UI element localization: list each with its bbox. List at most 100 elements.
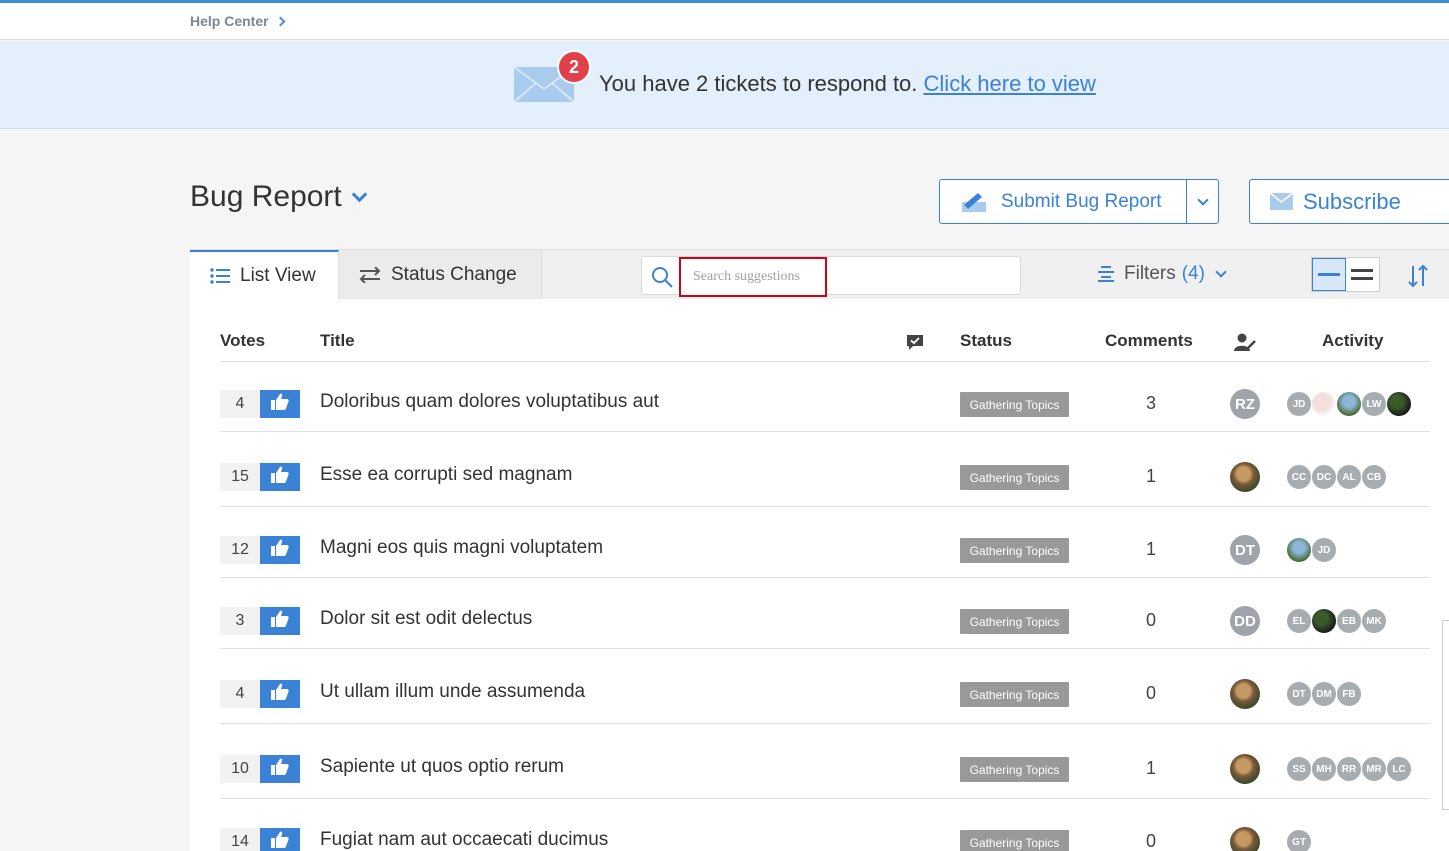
chevron-down-icon xyxy=(1196,193,1209,206)
thumbs-up-icon xyxy=(271,539,289,561)
column-header-status[interactable]: Status xyxy=(960,331,1012,351)
compact-view-button[interactable] xyxy=(1312,258,1346,291)
column-header-title[interactable]: Title xyxy=(320,331,355,351)
column-header-votes[interactable]: Votes xyxy=(220,331,265,351)
submit-bug-report-button[interactable]: Submit Bug Report xyxy=(940,180,1187,223)
activity-avatar[interactable]: CC xyxy=(1286,464,1312,490)
table-row[interactable]: 4 Ut ullam illum unde assumenda Gathering … xyxy=(220,649,1430,724)
suggestion-title[interactable]: Dolor sit est odit delectus xyxy=(320,608,532,630)
chevron-right-icon xyxy=(275,16,286,26)
avatar[interactable] xyxy=(1230,462,1260,492)
table-row[interactable]: 15 Esse ea corrupti sed magnam Gathering T… xyxy=(220,432,1430,507)
activity-avatar[interactable]: DM xyxy=(1311,681,1337,707)
sort-icon[interactable] xyxy=(1407,264,1429,288)
avatar[interactable]: RZ xyxy=(1230,389,1260,419)
upvote-button[interactable] xyxy=(260,680,300,708)
table-row[interactable]: 4 Doloribus quam dolores voluptatibus aut… xyxy=(220,362,1430,432)
submit-dropdown-button[interactable] xyxy=(1187,180,1218,223)
vote-count: 4 xyxy=(220,390,260,418)
suggestion-title[interactable]: Fugiat nam aut occaecati ducimus xyxy=(320,829,608,851)
banner-view-link[interactable]: Click here to view xyxy=(924,71,1096,96)
activity-avatar[interactable]: EL xyxy=(1286,608,1312,634)
table-row[interactable]: 10 Sapiente ut quos optio rerum Gathering … xyxy=(220,724,1430,799)
avatar[interactable] xyxy=(1230,679,1260,709)
filters-button[interactable]: Filters (4) xyxy=(1098,263,1227,285)
column-header-comments[interactable]: Comments xyxy=(1105,331,1193,351)
status-badge: Gathering Topics xyxy=(960,682,1069,707)
table-row[interactable]: 12 Magni eos quis magni voluptatem Gatheri… xyxy=(220,507,1430,578)
activity-avatar[interactable]: JD xyxy=(1311,537,1337,563)
comment-count: 1 xyxy=(1145,466,1156,486)
suggestion-title[interactable]: Magni eos quis magni voluptatem xyxy=(320,537,603,559)
upvote-button[interactable] xyxy=(260,828,300,851)
search-icon[interactable] xyxy=(651,266,673,288)
activity-avatar[interactable]: MK xyxy=(1361,608,1387,634)
tab-status-change[interactable]: Status Change xyxy=(339,250,542,300)
activity-avatar[interactable]: AL xyxy=(1336,464,1362,490)
subscribe-button[interactable]: Subscribe xyxy=(1249,179,1449,224)
breadcrumb[interactable]: Help Center xyxy=(190,13,286,29)
breadcrumb-help-center[interactable]: Help Center xyxy=(190,13,269,29)
activity-avatar[interactable]: GT xyxy=(1286,829,1312,851)
avatar[interactable]: DT xyxy=(1230,535,1260,565)
double-line-icon xyxy=(1351,268,1374,280)
activity-avatar[interactable] xyxy=(1286,537,1312,563)
comment-count: 0 xyxy=(1145,831,1156,851)
upvote-button[interactable] xyxy=(260,536,300,564)
avatar[interactable] xyxy=(1230,827,1260,851)
activity-avatar[interactable]: LC xyxy=(1386,756,1412,782)
activity-avatar[interactable]: RR xyxy=(1336,756,1362,782)
upvote-button[interactable] xyxy=(260,390,300,418)
activity-avatar[interactable]: LW xyxy=(1361,391,1387,417)
thumbs-up-icon xyxy=(271,758,289,780)
activity-avatar[interactable] xyxy=(1311,391,1337,417)
single-line-icon xyxy=(1317,272,1340,276)
expanded-view-button[interactable] xyxy=(1346,258,1379,291)
activity-avatar[interactable]: MH xyxy=(1311,756,1337,782)
suggestion-title[interactable]: Ut ullam illum unde assumenda xyxy=(320,681,585,703)
avatar[interactable]: DD xyxy=(1230,606,1260,636)
activity-avatar[interactable]: FB xyxy=(1336,681,1362,707)
vote-count: 4 xyxy=(220,680,260,708)
upvote-button[interactable] xyxy=(260,463,300,491)
chevron-down-icon[interactable] xyxy=(351,186,368,202)
table-row[interactable]: 14 Fugiat nam aut occaecati ducimus Gather… xyxy=(220,799,1430,851)
banner-message-text: You have 2 tickets to respond to. xyxy=(599,71,918,96)
thumbs-up-icon xyxy=(271,393,289,415)
suggestion-title[interactable]: Sapiente ut quos optio rerum xyxy=(320,756,564,778)
board-title[interactable]: Bug Report xyxy=(190,180,368,214)
activity-avatar[interactable]: JD xyxy=(1286,391,1312,417)
search-input[interactable] xyxy=(679,257,827,297)
suggestion-title[interactable]: Doloribus quam dolores voluptatibus aut xyxy=(320,391,659,413)
activity-avatar[interactable]: CB xyxy=(1361,464,1387,490)
column-header-activity[interactable]: Activity xyxy=(1322,331,1383,351)
avatar[interactable] xyxy=(1230,754,1260,784)
submit-bug-report-button-group: Submit Bug Report xyxy=(939,179,1219,224)
activity-avatar[interactable] xyxy=(1336,391,1362,417)
vote-count: 12 xyxy=(220,536,260,564)
activity-avatar[interactable] xyxy=(1311,608,1337,634)
upvote-button[interactable] xyxy=(260,607,300,635)
activity-avatar[interactable] xyxy=(1386,391,1412,417)
activity-avatar[interactable]: SS xyxy=(1286,756,1312,782)
status-badge: Gathering Topics xyxy=(960,830,1069,851)
table-row[interactable]: 3 Dolor sit est odit delectus Gathering To… xyxy=(220,578,1430,649)
activity-avatar[interactable]: DT xyxy=(1286,681,1312,707)
tab-list-view[interactable]: List View xyxy=(190,250,339,300)
search-box xyxy=(641,256,1021,297)
banner-message: You have 2 tickets to respond to. Click … xyxy=(599,71,1096,97)
top-header: Help Center xyxy=(0,3,1449,40)
activity-avatar[interactable]: DC xyxy=(1311,464,1337,490)
ticket-banner: 2 You have 2 tickets to respond to. Clic… xyxy=(0,41,1449,129)
activity-avatar[interactable]: MR xyxy=(1361,756,1387,782)
activity-avatars: SS MH RR MR LC xyxy=(1286,756,1412,782)
suggestion-title[interactable]: Esse ea corrupti sed magnam xyxy=(320,464,572,486)
upvote-button[interactable] xyxy=(260,755,300,783)
status-badge: Gathering Topics xyxy=(960,465,1069,490)
status-badge: Gathering Topics xyxy=(960,757,1069,782)
tab-status-change-label: Status Change xyxy=(391,264,517,285)
activity-avatars: JD xyxy=(1286,537,1337,563)
activity-avatar[interactable]: EB xyxy=(1336,608,1362,634)
side-scroll-tab[interactable] xyxy=(1442,620,1449,810)
chevron-down-icon xyxy=(1215,266,1227,278)
